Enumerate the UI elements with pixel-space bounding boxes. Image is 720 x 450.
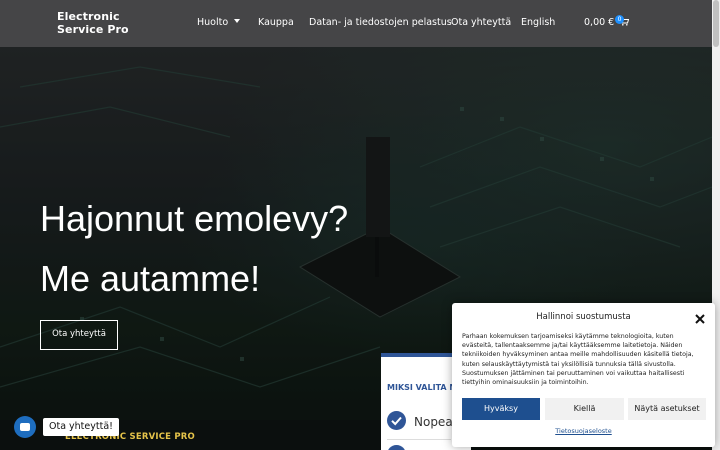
nav-item-english[interactable]: English <box>521 17 555 28</box>
check-circle-icon <box>387 445 406 450</box>
chat-button[interactable] <box>14 416 36 438</box>
hero-title-line-1: Hajonnut emolevy? <box>40 198 349 239</box>
nav-item-contact[interactable]: Ota yhteyttä <box>451 17 511 28</box>
consent-title: Hallinnoi suostumusta <box>536 312 631 322</box>
scrollbar-thumb[interactable] <box>713 0 719 47</box>
cart-total: 0,00 € <box>584 17 615 28</box>
hero-title-line-2: Me autamme! <box>40 258 261 299</box>
privacy-policy-link[interactable]: Tietosuojaseloste <box>452 427 715 435</box>
logo-line-1: Electronic <box>57 10 120 23</box>
site-logo[interactable]: Electronic Service Pro <box>57 10 129 36</box>
nav-item-data-recovery[interactable]: Datan- ja tiedostojen pelastus <box>309 17 452 28</box>
show-settings-button[interactable]: Näytä asetukset <box>628 398 706 420</box>
hero-contact-button[interactable]: Ota yhteyttä <box>40 320 118 350</box>
check-circle-icon <box>387 411 406 430</box>
nav-item-kauppa[interactable]: Kauppa <box>258 17 294 28</box>
cookie-consent-dialog: Hallinnoi suostumusta Parhaan kokemuksen… <box>452 303 715 447</box>
logo-line-2: Service Pro <box>57 22 129 36</box>
chat-icon <box>20 423 30 431</box>
nav-item-huolto[interactable]: Huolto <box>197 17 241 28</box>
consent-body-text: Parhaan kokemuksen tarjoamiseksi käytämm… <box>462 333 694 387</box>
site-header: Electronic Service Pro Huolto Kauppa Dat… <box>0 0 712 47</box>
nav-item-label: Huolto <box>197 17 229 28</box>
accept-button[interactable]: Hyväksy <box>462 398 540 420</box>
deny-button[interactable]: Kiellä <box>545 398 624 420</box>
divider <box>387 439 451 440</box>
caret-down-icon <box>234 19 241 23</box>
chat-label[interactable]: Ota yhteyttä! <box>43 418 119 436</box>
cart-count-badge: 0 <box>615 15 624 24</box>
close-icon[interactable] <box>694 310 706 324</box>
